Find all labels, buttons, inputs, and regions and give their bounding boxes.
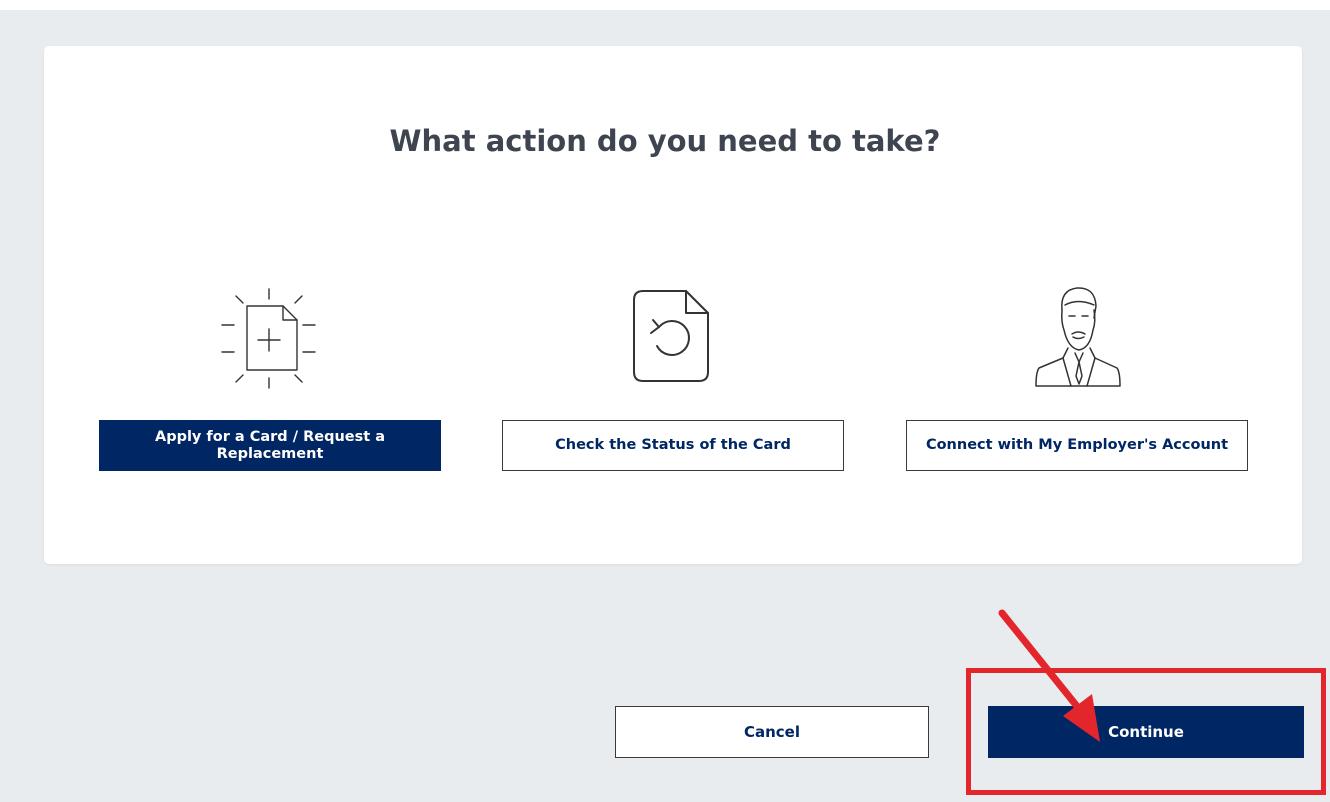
document-refresh-icon: [633, 290, 709, 382]
page-title: What action do you need to take?: [389, 124, 941, 158]
cancel-button[interactable]: Cancel: [615, 706, 929, 758]
option-connect-employer-label: Connect with My Employer's Account: [925, 437, 1229, 453]
employer-person-icon: [1035, 287, 1121, 387]
new-document-icon: [221, 288, 316, 389]
option-apply-card-label: Apply for a Card / Request a Replacement: [154, 428, 386, 462]
option-check-status-label: Check the Status of the Card: [555, 437, 791, 453]
option-connect-employer[interactable]: Connect with My Employer's Account: [906, 420, 1248, 471]
option-check-status[interactable]: Check the Status of the Card: [502, 420, 844, 471]
continue-button-label: Continue: [1108, 723, 1184, 741]
continue-button[interactable]: Continue: [988, 706, 1304, 758]
option-apply-card[interactable]: Apply for a Card / Request a Replacement: [99, 420, 441, 471]
cancel-button-label: Cancel: [743, 723, 800, 741]
